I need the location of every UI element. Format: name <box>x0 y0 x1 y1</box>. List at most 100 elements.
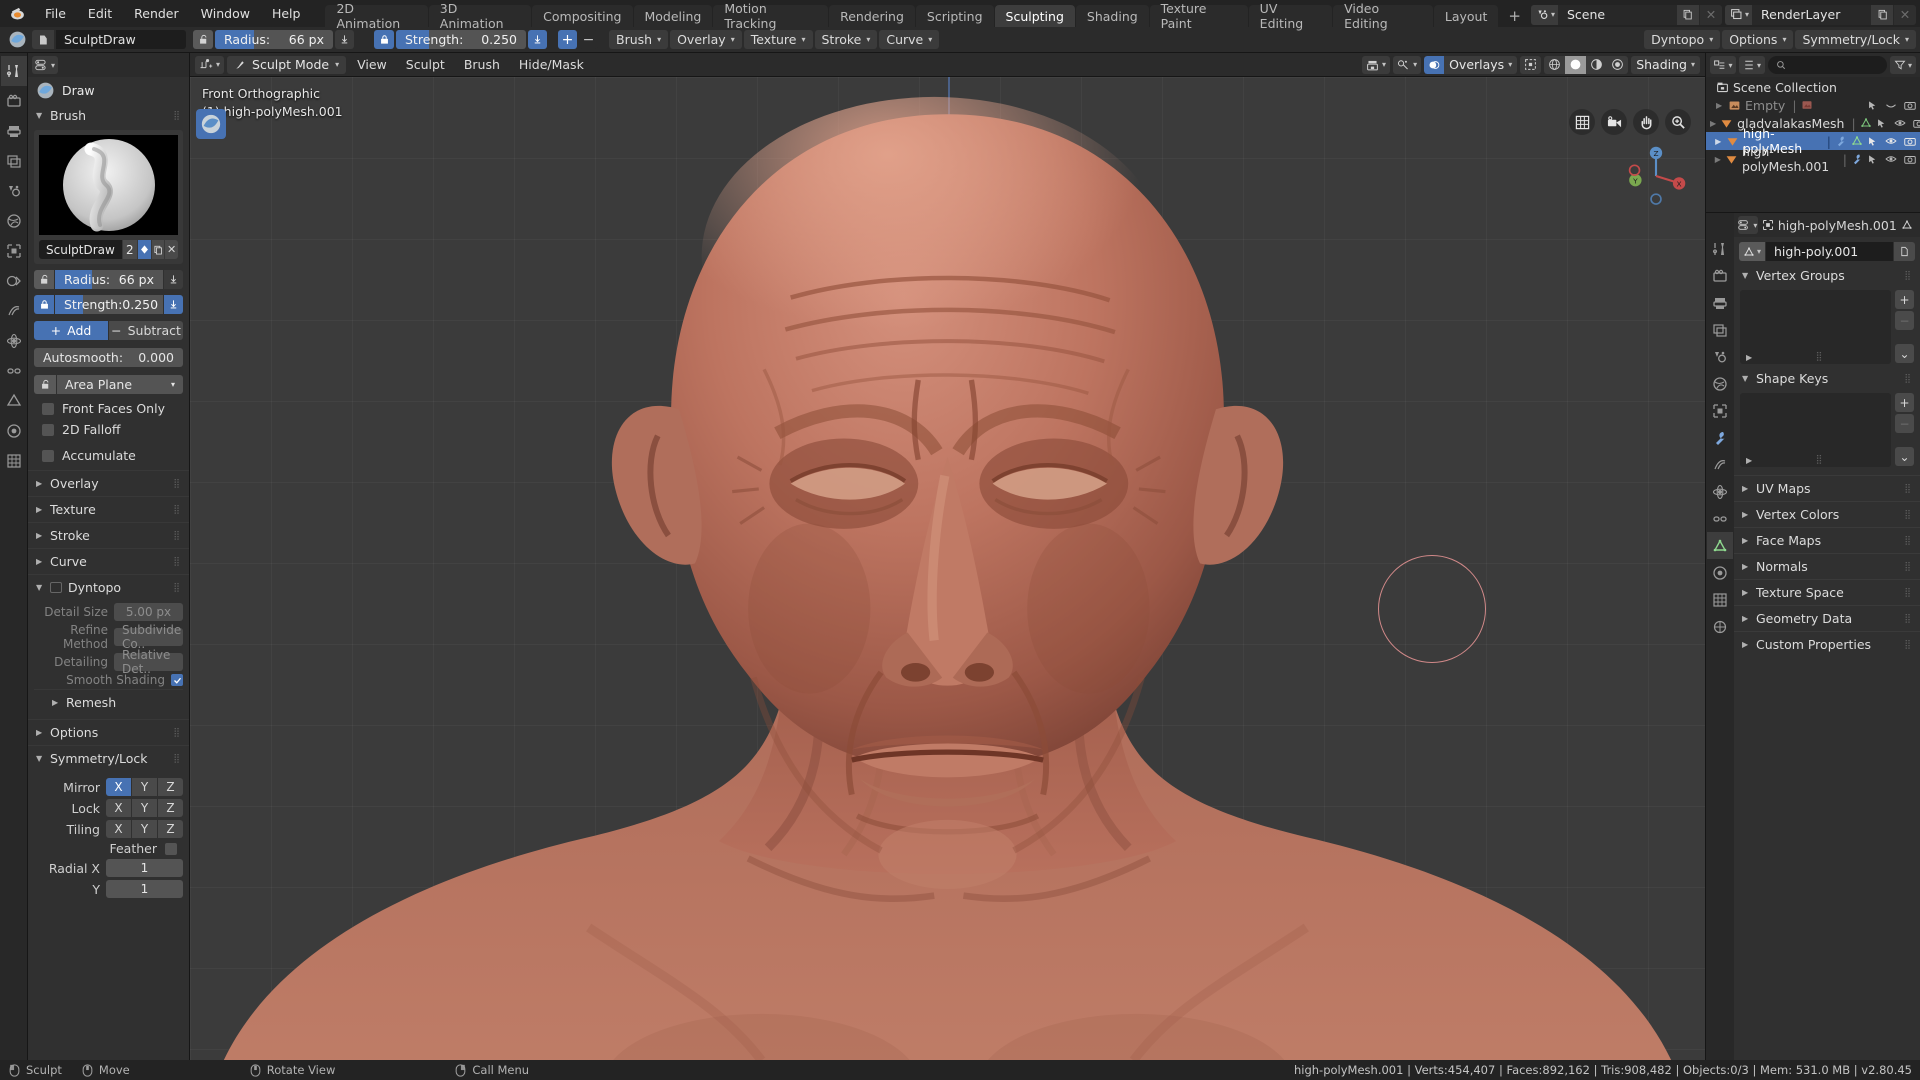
viewlayer-selector[interactable]: ▾ RenderLayer ✕ <box>1724 4 1916 25</box>
section-curve[interactable]: ▶ Curve ⣿ <box>28 548 189 574</box>
strength-pressure-button[interactable] <box>528 30 547 49</box>
interaction-mode-selector[interactable]: Sculpt Mode ▾ <box>227 55 347 74</box>
triangle-right-icon[interactable]: ▶ <box>1715 137 1722 146</box>
properties-tab-output-icon[interactable] <box>1707 289 1733 316</box>
workspace-tab-uv-editing[interactable]: UV Editing <box>1248 1 1333 31</box>
section-texture[interactable]: ▶ Texture ⣿ <box>28 496 189 522</box>
smooth-shading-checkbox[interactable] <box>171 674 183 686</box>
workspace-tab-3d-animation[interactable]: 3D Animation <box>428 1 532 31</box>
brush-datablock-icon[interactable] <box>32 30 54 49</box>
toggle-grid-icon[interactable] <box>1569 109 1595 135</box>
mirror-x-button[interactable]: X <box>106 778 131 796</box>
mesh-datablock-name[interactable]: high-poly.001 <box>1766 242 1893 261</box>
properties-tab-particles-icon[interactable] <box>1707 451 1733 478</box>
outliner-display-mode[interactable]: ▾ <box>1739 56 1765 74</box>
workspace-tab-video-editing[interactable]: Video Editing <box>1333 1 1433 31</box>
properties-tab-physics2-icon[interactable] <box>1707 613 1733 640</box>
rail-world-icon[interactable] <box>1 206 27 236</box>
section-symmetry-lock[interactable]: ▼ Symmetry/Lock ⣿ <box>28 745 189 771</box>
new-viewlayer-button[interactable] <box>1871 4 1893 25</box>
workspace-tab-motion-tracking[interactable]: Motion Tracking <box>713 1 829 31</box>
menu-render[interactable]: Render <box>123 0 190 27</box>
radius-pressure-button-panel[interactable] <box>164 270 183 289</box>
tiling-x-button[interactable]: X <box>106 820 131 838</box>
scene-selector[interactable]: ▾ Scene ✕ <box>1530 4 1722 25</box>
remove-shape-key-button[interactable]: − <box>1895 414 1914 433</box>
add-vertex-group-button[interactable]: + <box>1895 290 1914 309</box>
radius-unlock-icon[interactable] <box>193 30 213 49</box>
section-dyntopo[interactable]: ▼ Dyntopo ⣿ <box>28 574 189 600</box>
vertex-group-specials-button[interactable]: ⌄ <box>1895 344 1914 363</box>
blender-logo-icon[interactable] <box>0 0 34 27</box>
section-vertex-groups[interactable]: ▼ Vertex Groups ⣿ <box>1734 263 1920 288</box>
add-shape-key-button[interactable]: + <box>1895 393 1914 412</box>
tiling-z-button[interactable]: Z <box>158 820 183 838</box>
front-faces-only-row[interactable]: Front Faces Only <box>28 398 189 419</box>
workspace-tab-texture-paint[interactable]: Texture Paint <box>1149 1 1248 31</box>
radial-x-value[interactable]: 1 <box>106 859 183 877</box>
lock-y-button[interactable]: Y <box>132 799 157 817</box>
rail-scene-icon[interactable] <box>1 176 27 206</box>
section-options[interactable]: ▶ Options ⣿ <box>28 719 189 745</box>
shading-rendered-button[interactable] <box>1607 56 1628 74</box>
viewlayer-name[interactable]: RenderLayer <box>1752 4 1870 25</box>
viewport-active-tool-button[interactable] <box>196 109 226 139</box>
shading-wireframe-button[interactable] <box>1544 56 1565 74</box>
zoom-view-icon[interactable] <box>1665 109 1691 135</box>
workspace-tab-rendering[interactable]: Rendering <box>829 5 915 27</box>
menu-edit[interactable]: Edit <box>77 0 123 27</box>
viewport-menu-view[interactable]: View <box>349 56 395 74</box>
hide-eye-icon[interactable] <box>1885 154 1897 164</box>
rail-object-icon[interactable] <box>1 236 27 266</box>
brush-name-field[interactable]: SculptDraw <box>56 30 186 49</box>
properties-tab-physics-icon[interactable] <box>1707 478 1733 505</box>
radius-unlock-icon-panel[interactable] <box>34 270 54 289</box>
strength-lock-icon-panel[interactable] <box>34 295 54 314</box>
hide-eye-icon[interactable] <box>1894 118 1906 128</box>
outliner-row-scene-collection[interactable]: Scene Collection <box>1706 78 1920 96</box>
properties-tab-modifiers-icon[interactable] <box>1707 424 1733 451</box>
radius-slider-panel[interactable]: Radius: 66 px <box>55 270 163 289</box>
radial-y-value[interactable]: 1 <box>106 880 183 898</box>
dyntopo-menu[interactable]: Dyntopo ▾ <box>1644 30 1721 49</box>
curve-menu[interactable]: Curve ▾ <box>879 30 940 49</box>
mirror-y-button[interactable]: Y <box>132 778 157 796</box>
direction-subtract-button-panel[interactable]: − Subtract <box>109 321 183 340</box>
3d-viewport[interactable]: Front Orthographic (1) high-polyMesh.001 <box>190 77 1705 1060</box>
outliner-row-empty[interactable]: ▶ Empty | <box>1706 96 1920 114</box>
select-cursor-icon[interactable] <box>1867 136 1878 147</box>
outliner-search-input[interactable] <box>1768 56 1887 74</box>
rail-data-icon[interactable] <box>1 386 27 416</box>
workspace-tab-2d-animation[interactable]: 2D Animation <box>325 1 428 31</box>
hide-eye-icon[interactable] <box>1885 136 1897 146</box>
triangle-right-icon[interactable]: ▶ <box>1710 119 1716 128</box>
section-uv-maps[interactable]: ▶ UV Maps ⣿ <box>1734 475 1920 501</box>
outliner-filter[interactable]: ▾ <box>1890 56 1916 74</box>
strength-slider[interactable]: Strength: 0.250 <box>396 30 526 49</box>
renderlayer-icon[interactable]: ▾ <box>1724 4 1752 25</box>
gizmo-selector[interactable]: ▾ <box>1393 55 1422 74</box>
refine-method-value[interactable]: Subdivide Co.. <box>114 623 183 651</box>
new-brush-button[interactable] <box>151 240 165 259</box>
editor-type-selector-viewport[interactable]: ▾ <box>195 55 225 74</box>
radius-pressure-button[interactable] <box>335 30 354 49</box>
render-camera-icon[interactable] <box>1904 100 1916 111</box>
workspace-tab-scripting[interactable]: Scripting <box>915 5 994 27</box>
menu-help[interactable]: Help <box>261 0 312 27</box>
sculpted-head-mesh[interactable] <box>190 77 1705 1060</box>
rail-render-icon[interactable] <box>1 86 27 116</box>
rail-viewlayer-icon[interactable] <box>1 146 27 176</box>
options-menu[interactable]: Options ▾ <box>1722 30 1794 49</box>
direction-add-button-panel[interactable]: + Add <box>34 321 108 340</box>
workspace-tab-shading[interactable]: Shading <box>1075 5 1149 27</box>
shading-solid-button[interactable] <box>1565 55 1587 74</box>
brush-menu[interactable]: Brush ▾ <box>609 30 669 49</box>
brush-section-header[interactable]: ▼ Brush ⣿ <box>28 104 189 127</box>
outliner-editor-type[interactable]: ▾ <box>1710 56 1736 74</box>
new-scene-button[interactable] <box>1676 4 1699 25</box>
workspace-tab-modeling[interactable]: Modeling <box>633 5 713 27</box>
section-custom-properties[interactable]: ▶ Custom Properties ⣿ <box>1734 631 1920 657</box>
new-mesh-datablock-button[interactable] <box>1894 242 1915 261</box>
section-normals[interactable]: ▶ Normals ⣿ <box>1734 553 1920 579</box>
section-face-maps[interactable]: ▶ Face Maps ⣿ <box>1734 527 1920 553</box>
